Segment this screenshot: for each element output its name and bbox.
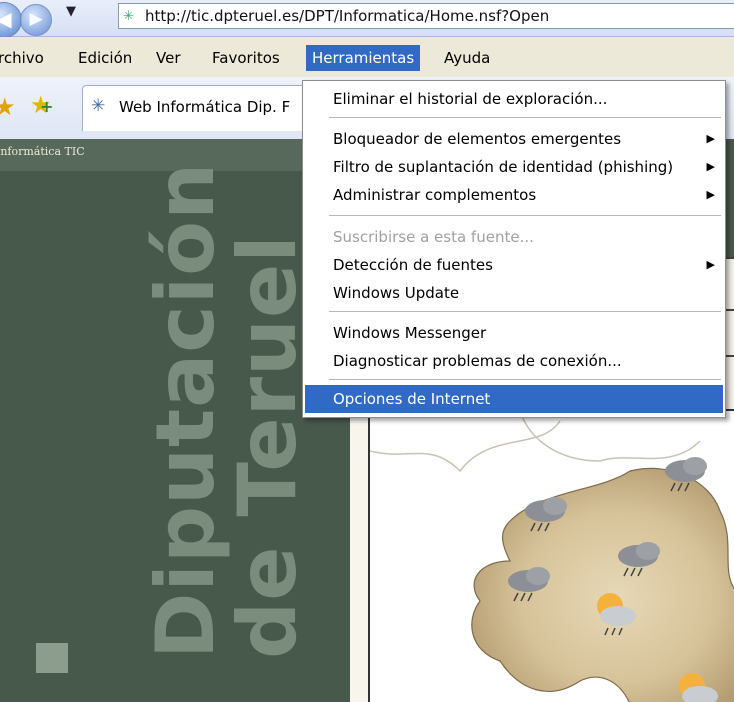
submenu-arrow-icon: ▶ [706, 258, 715, 271]
submenu-arrow-icon: ▶ [706, 188, 715, 201]
submenu-arrow-icon: ▶ [706, 160, 715, 173]
menu-bar: rchivo Edición Ver Favoritos Herramienta… [0, 37, 734, 77]
menu-favoritos[interactable]: Favoritos [206, 45, 286, 71]
menu-item-label: Administrar complementos [333, 186, 537, 204]
menu-item-windows-messenger[interactable]: Windows Messenger [305, 319, 723, 347]
menu-item-label: Opciones de Internet [333, 390, 491, 408]
submenu-arrow-icon: ▶ [706, 132, 715, 145]
add-favorite-icon[interactable]: ★ [30, 91, 53, 119]
back-button[interactable]: ◀ [0, 2, 22, 38]
logo-square [36, 643, 68, 673]
address-input[interactable]: ✳ http://tic.dpteruel.es/DPT/Informatica… [118, 3, 734, 29]
menu-item-label: Diagnosticar problemas de conexión... [333, 352, 622, 370]
menu-separator [329, 379, 721, 380]
menu-item-deteccion-fuentes[interactable]: Detección de fuentes ▶ [305, 251, 723, 279]
page-icon: ✳ [123, 9, 134, 24]
browser-window: ◀ ▶ ▼ ✳ http://tic.dpteruel.es/DPT/Infor… [0, 0, 734, 702]
back-arrow-icon: ◀ [0, 7, 12, 31]
favorites-center-icon[interactable]: ★ [0, 93, 16, 121]
url-text: http://tic.dpteruel.es/DPT/Informatica/H… [145, 7, 550, 25]
menu-separator [329, 311, 721, 312]
menu-separator [329, 215, 721, 216]
menu-item-windows-update[interactable]: Windows Update [305, 279, 723, 307]
logo-text-line1: Diputación [139, 161, 232, 659]
tab-label: Web Informática Dip. F [119, 98, 291, 116]
menu-separator [329, 117, 721, 118]
menu-item-diagnosticar-conexion[interactable]: Diagnosticar problemas de conexión... [305, 347, 723, 375]
page-icon: ✳ [91, 96, 106, 116]
tools-menu-dropdown: Eliminar el historial de exploración... … [302, 80, 726, 418]
logo-text-line2: de Teruel [221, 234, 314, 659]
menu-item-eliminar-historial[interactable]: Eliminar el historial de exploración... [305, 85, 723, 113]
menu-item-label: Bloqueador de elementos emergentes [333, 130, 622, 148]
menu-edicion[interactable]: Edición [72, 45, 138, 71]
address-toolbar: ◀ ▶ ▼ ✳ http://tic.dpteruel.es/DPT/Infor… [0, 0, 734, 38]
menu-ayuda[interactable]: Ayuda [438, 45, 496, 71]
tab-web-informatica[interactable]: ✳ Web Informática Dip. F [82, 85, 322, 131]
weather-map[interactable] [368, 409, 734, 702]
menu-item-administrar-complementos[interactable]: Administrar complementos ▶ [305, 181, 723, 209]
menu-item-suscribirse-fuente: Suscribirse a esta fuente... [305, 223, 723, 251]
menu-item-label: Eliminar el historial de exploración... [333, 90, 608, 108]
menu-item-label: Suscribirse a esta fuente... [333, 228, 534, 246]
menu-item-label: Windows Update [333, 284, 460, 302]
menu-item-label: Filtro de suplantación de identidad (phi… [333, 158, 674, 176]
forward-button[interactable]: ▶ [20, 4, 52, 36]
menu-ver[interactable]: Ver [150, 45, 187, 71]
menu-item-opciones-internet[interactable]: Opciones de Internet [305, 385, 723, 413]
recent-pages-dropdown[interactable]: ▼ [66, 4, 76, 19]
menu-item-bloqueador-emergentes[interactable]: Bloqueador de elementos emergentes ▶ [305, 125, 723, 153]
menu-item-label: Detección de fuentes [333, 256, 493, 274]
forward-arrow-icon: ▶ [29, 9, 43, 29]
weather-map-graphic [370, 411, 734, 702]
chevron-down-icon: ▼ [66, 4, 76, 19]
menu-herramientas[interactable]: Herramientas [306, 45, 421, 71]
menu-archivo[interactable]: rchivo [0, 45, 50, 71]
logo: Diputación de Teruel [0, 139, 350, 702]
logo-panel: Informática TIC Diputación de Teruel [0, 139, 350, 702]
menu-item-label: Windows Messenger [333, 324, 487, 342]
menu-item-filtro-phishing[interactable]: Filtro de suplantación de identidad (phi… [305, 153, 723, 181]
